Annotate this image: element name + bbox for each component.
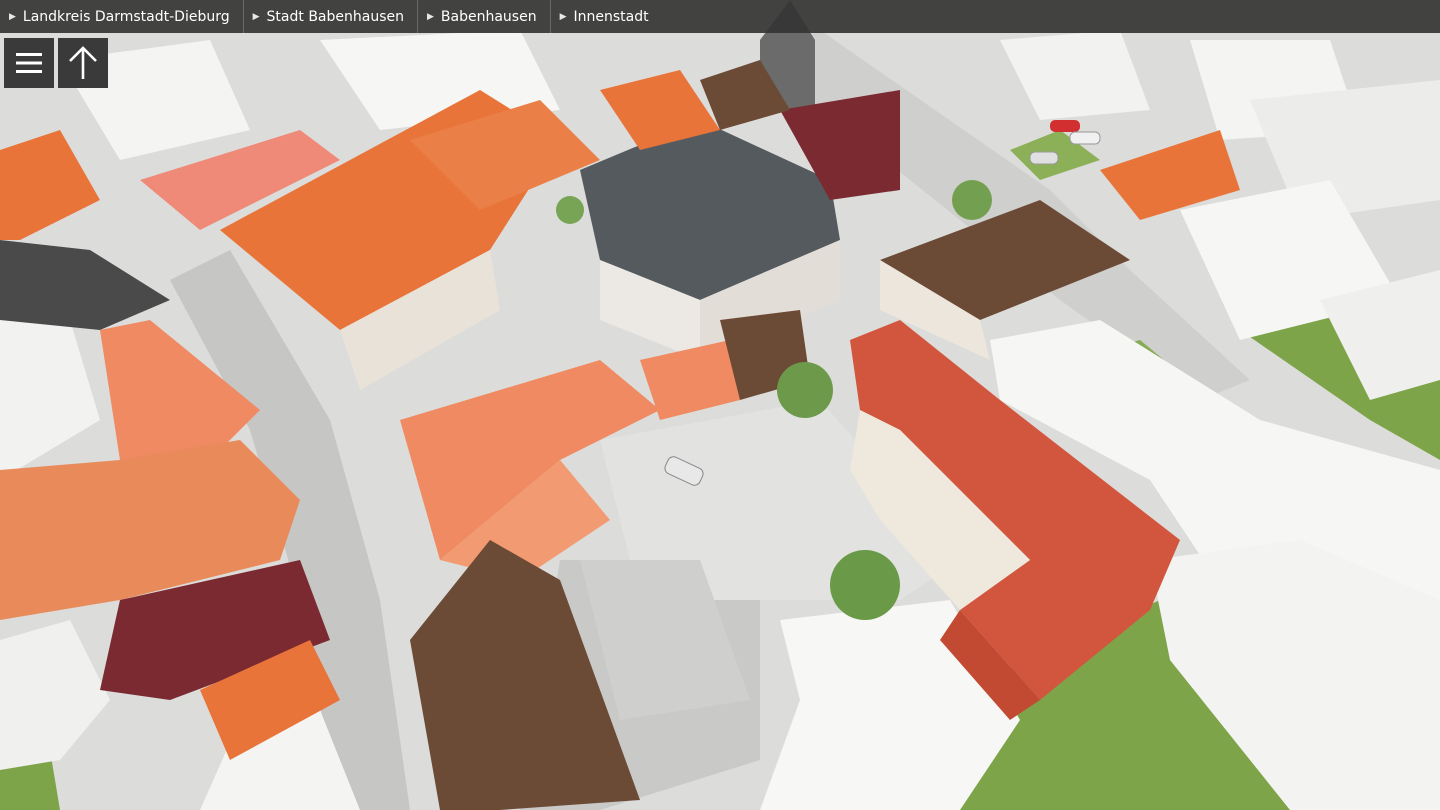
tree [830,550,900,620]
car [1050,120,1080,132]
city-3d-map[interactable] [0,0,1440,810]
triangle-right-icon: ▶ [559,11,567,22]
hamburger-menu-icon [16,53,42,73]
breadcrumb-item-innenstadt[interactable]: ▶ Innenstadt [551,0,662,33]
breadcrumb-item-stadt[interactable]: ▶ Stadt Babenhausen [244,0,418,33]
north-orientation-button[interactable] [58,38,108,88]
breadcrumb-label: Stadt Babenhausen [266,8,404,25]
triangle-right-icon: ▶ [9,11,16,22]
breadcrumb-item-landkreis[interactable]: ▶ Landkreis Darmstadt-Dieburg [0,0,244,33]
menu-button[interactable] [4,38,54,88]
breadcrumb-label: Babenhausen [440,8,537,25]
breadcrumb-label: Landkreis Darmstadt-Dieburg [22,8,230,25]
breadcrumb-label: Innenstadt [573,8,649,25]
tree [556,196,584,224]
car [1069,131,1101,145]
tree [952,180,992,220]
arrow-up-icon [69,46,97,79]
tree [777,362,833,418]
breadcrumb-item-ort[interactable]: ▶ Babenhausen [418,0,551,33]
triangle-right-icon: ▶ [426,11,434,22]
triangle-right-icon: ▶ [252,11,260,22]
car [1029,151,1059,165]
breadcrumb: ▶ Landkreis Darmstadt-Dieburg ▶ Stadt Ba… [0,0,1440,33]
